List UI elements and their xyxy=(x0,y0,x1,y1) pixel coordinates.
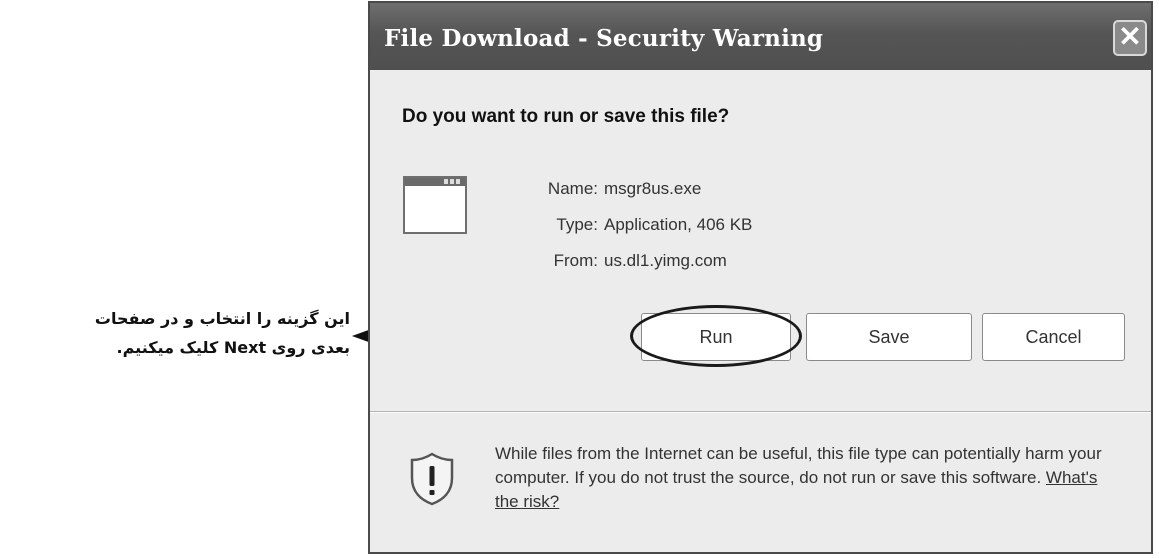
file-type-label: Type: xyxy=(556,215,598,234)
dialog-title: File Download - Security Warning xyxy=(384,25,824,52)
file-info: Name: msgr8us.exe Type: Application, 406 K… xyxy=(520,171,752,279)
close-icon: ✕ xyxy=(1118,21,1142,52)
title-bar[interactable]: File Download - Security Warning ✕ xyxy=(370,3,1151,70)
shield-warning-icon xyxy=(410,452,454,506)
file-from-row: From: us.dl1.yimg.com xyxy=(520,243,752,279)
close-button[interactable]: ✕ xyxy=(1113,20,1147,56)
annotation-line-2: بعدی روی Next کلیک میکنیم. xyxy=(116,338,350,357)
security-warning-dialog: File Download - Security Warning ✕ Do yo… xyxy=(368,1,1153,554)
file-type-row: Type: Application, 406 KB xyxy=(520,207,752,243)
file-name-label: Name: xyxy=(547,179,598,198)
annotation-line-1: این گزینه را انتخاب و در صفحات xyxy=(94,309,350,328)
file-type-value: Application, 406 KB xyxy=(604,215,753,234)
file-from-label: From: xyxy=(553,251,598,270)
warning-text: While files from the Internet can be use… xyxy=(495,444,1102,487)
save-button[interactable]: Save xyxy=(806,313,972,361)
application-window-icon xyxy=(403,176,467,234)
file-name-value: msgr8us.exe xyxy=(604,179,702,198)
dialog-heading: Do you want to run or save this file? xyxy=(402,106,730,127)
warning-message: While files from the Internet can be use… xyxy=(495,442,1120,514)
cancel-button[interactable]: Cancel xyxy=(982,313,1125,361)
file-from-value: us.dl1.yimg.com xyxy=(604,251,727,270)
file-name-row: Name: msgr8us.exe xyxy=(520,171,752,207)
run-highlight-ellipse xyxy=(630,305,802,367)
dialog-divider xyxy=(370,411,1151,413)
annotation-text: این گزینه را انتخاب و در صفحات بعدی روی … xyxy=(20,304,350,362)
